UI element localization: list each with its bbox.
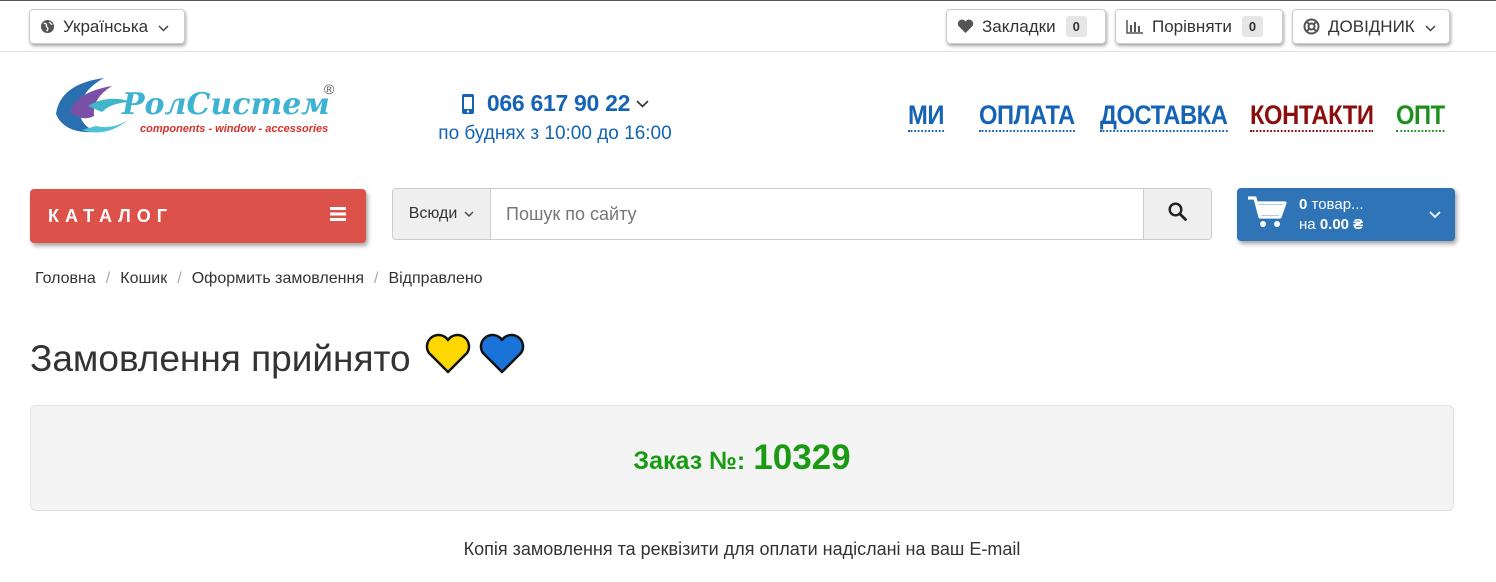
top-bar: Українська Закладки 0 Порівняти 0 ДОВІДН… bbox=[0, 0, 1496, 52]
logo-brand-text: РолСистем bbox=[121, 87, 330, 122]
search-icon bbox=[1168, 202, 1187, 226]
bookmarks-count-badge: 0 bbox=[1065, 16, 1087, 37]
bar-chart-icon bbox=[1126, 19, 1144, 34]
breadcrumb-item-home[interactable]: Головна bbox=[35, 270, 96, 288]
lifebuoy-icon bbox=[1303, 18, 1320, 35]
chevron-down-icon bbox=[158, 17, 169, 37]
breadcrumb-separator: / bbox=[177, 270, 182, 287]
compare-label: Порівняти bbox=[1152, 16, 1232, 36]
breadcrumb-separator: / bbox=[105, 270, 111, 287]
compare-count-badge: 0 bbox=[1241, 16, 1264, 37]
phone-dropdown[interactable]: 066 617 90 22 bbox=[425, 90, 685, 117]
breadcrumb: Головна / Кошик / Оформить замовлення / … bbox=[35, 270, 483, 288]
search-scope-label: Всюди bbox=[408, 205, 458, 222]
shopping-cart-icon bbox=[1247, 195, 1287, 234]
mobile-phone-icon bbox=[461, 93, 475, 115]
search-bar: Всюди bbox=[392, 188, 1212, 240]
working-hours: по буднях з 10:00 до 16:00 bbox=[438, 123, 672, 144]
help-label: ДОВІДНИК bbox=[1328, 16, 1415, 36]
search-scope-dropdown[interactable]: Всюди bbox=[393, 189, 491, 239]
cart-total: 0.00 ₴ bbox=[1319, 215, 1364, 233]
nav-link-wholesale[interactable]: ОПТ bbox=[1396, 100, 1445, 132]
order-confirmation-box: Заказ №: 10329 bbox=[30, 405, 1454, 511]
cart-count: 0 bbox=[1299, 195, 1308, 213]
confirmation-note: Копія замовлення та реквізити для оплати… bbox=[463, 539, 1021, 559]
cart-summary: 0 товар... на 0.00 ₴ bbox=[1299, 195, 1429, 235]
catalog-button[interactable]: КАТАЛОГ bbox=[30, 189, 366, 243]
phone-number: 066 617 90 22 bbox=[486, 90, 631, 116]
chevron-down-icon bbox=[1429, 206, 1441, 224]
nav-link-delivery[interactable]: ДОСТАВКА bbox=[1100, 100, 1228, 132]
page-title: Замовлення прийнято bbox=[30, 333, 525, 384]
nav-link-contacts[interactable]: КОНТАКТИ bbox=[1250, 100, 1374, 132]
breadcrumb-separator: / bbox=[374, 270, 379, 287]
search-input[interactable] bbox=[491, 189, 1143, 239]
hamburger-menu-icon bbox=[330, 206, 346, 226]
heart-icon bbox=[957, 19, 974, 34]
compare-button[interactable]: Порівняти 0 bbox=[1115, 9, 1283, 44]
svg-text:®: ® bbox=[324, 81, 335, 97]
cart-total-prefix: на bbox=[1299, 215, 1316, 233]
nav-link-payment[interactable]: ОПЛАТА bbox=[979, 100, 1075, 132]
chevron-down-icon bbox=[464, 211, 474, 217]
language-label: Українська bbox=[63, 16, 149, 36]
contact-block: 066 617 90 22 по буднях з 10:00 до 16:00 bbox=[425, 90, 685, 145]
breadcrumb-item-cart[interactable]: Кошик bbox=[120, 270, 167, 288]
cart-items-label: товар... bbox=[1311, 195, 1364, 213]
language-selector[interactable]: Українська bbox=[29, 9, 185, 44]
catalog-label: КАТАЛОГ bbox=[48, 205, 174, 226]
search-button[interactable] bbox=[1143, 189, 1211, 239]
yellow-heart-icon bbox=[425, 333, 471, 384]
blue-heart-icon bbox=[479, 333, 525, 384]
globe-icon bbox=[40, 19, 55, 34]
nav-link-about[interactable]: МИ bbox=[908, 100, 944, 132]
breadcrumb-item-checkout[interactable]: Оформить замовлення bbox=[192, 270, 364, 288]
bookmarks-label: Закладки bbox=[982, 16, 1056, 36]
chevron-down-icon bbox=[636, 99, 649, 108]
bookmarks-button[interactable]: Закладки 0 bbox=[946, 9, 1106, 44]
logo-tagline: components - window - accessories bbox=[140, 123, 328, 135]
breadcrumb-item-sent[interactable]: Відправлено bbox=[388, 270, 482, 288]
page-title-text: Замовлення прийнято bbox=[30, 337, 411, 379]
order-number: 10329 bbox=[753, 438, 851, 477]
chevron-down-icon bbox=[1425, 17, 1436, 37]
site-logo[interactable]: РолСистем ® components - window - access… bbox=[52, 72, 352, 142]
cart-button[interactable]: 0 товар... на 0.00 ₴ bbox=[1237, 188, 1455, 241]
help-dropdown[interactable]: ДОВІДНИК bbox=[1292, 9, 1450, 44]
order-number-label: Заказ №: bbox=[633, 446, 746, 475]
